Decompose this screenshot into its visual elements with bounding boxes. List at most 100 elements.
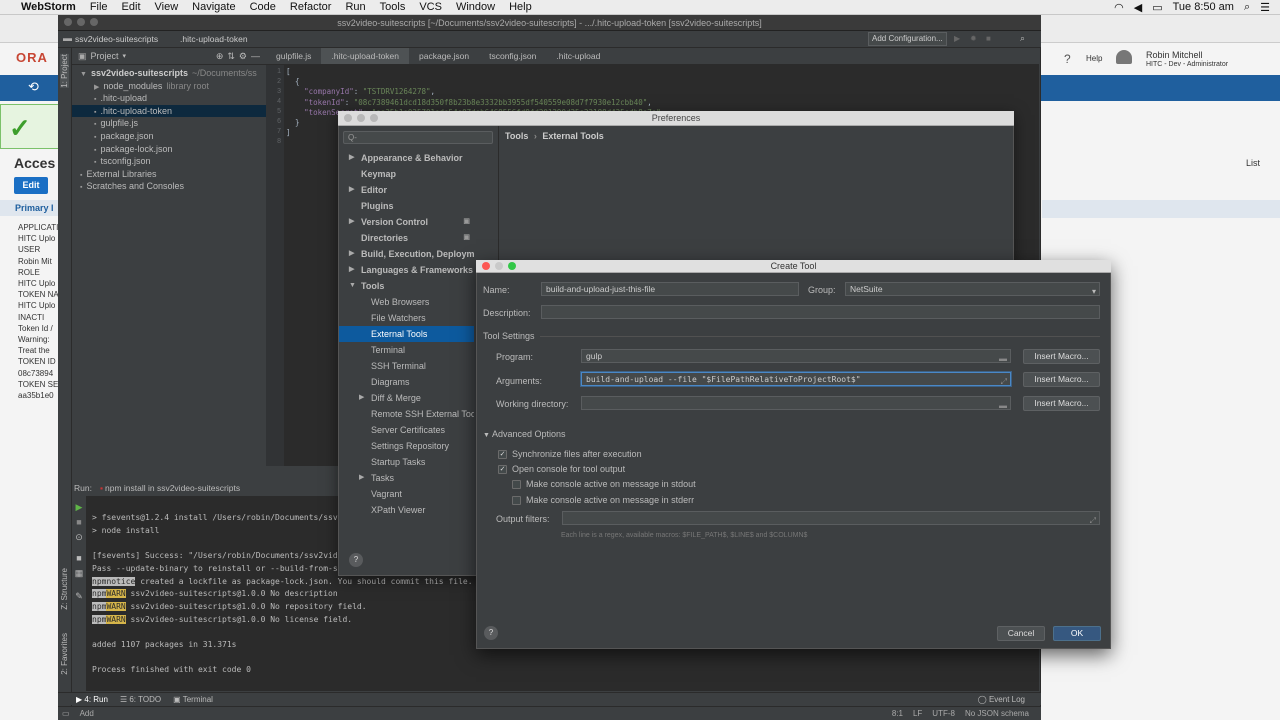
settings-item[interactable]: Remote SSH External Tools [339,406,474,422]
minimize-button[interactable] [357,114,365,122]
tree-item[interactable]: ▪ .hitc-upload [72,92,266,105]
edit-button[interactable]: Edit [14,177,48,194]
chevron-down-icon[interactable]: ▼ [349,278,356,294]
chevron-right-icon[interactable]: ▶ [349,262,354,278]
close-button[interactable] [64,18,72,26]
preferences-help-button[interactable]: ? [349,553,363,567]
nav-file[interactable]: .hitc-upload-token [180,34,248,44]
hide-icon[interactable]: — [251,51,266,61]
maximize-button[interactable] [90,18,98,26]
settings-item[interactable]: Web Browsers [339,294,474,310]
menu-code[interactable]: Code [243,1,283,13]
settings-item[interactable]: ▶ Tasks [339,470,474,486]
project-tool-tab[interactable]: 1: Project [60,54,69,88]
tree-item[interactable]: ▪ package-lock.json [72,143,266,156]
chevron-right-icon[interactable]: ▶ [349,246,354,262]
settings-item[interactable]: External Tools [339,326,474,342]
program-input[interactable]: gulp ▬ [581,349,1011,363]
add-configuration-button[interactable]: Add Configuration... [868,32,947,46]
project-label[interactable]: Project [91,51,119,61]
editor-tab[interactable]: .hitc-upload [546,48,610,64]
menu-refactor[interactable]: Refactor [283,1,339,13]
stdout-checkbox[interactable] [512,479,521,489]
chevron-right-icon[interactable]: ▶ [349,182,354,198]
settings-item[interactable]: File Watchers [339,310,474,326]
menu-help[interactable]: Help [502,1,539,13]
event-log-tab[interactable]: ◯ Event Log [978,695,1041,704]
clock[interactable]: Tue 8:50 am [1173,1,1234,13]
avatar[interactable] [1116,50,1132,64]
caret-position[interactable]: 8:1 [892,709,903,718]
create-tool-help-button[interactable]: ? [484,626,498,640]
tree-item[interactable]: ▪ package.json [72,130,266,143]
minimize-button[interactable] [495,262,503,270]
menu-run[interactable]: Run [338,1,372,13]
open-console-option[interactable]: ✓ Open console for tool output [498,464,625,474]
expand-icon[interactable]: ⤢ [1001,375,1007,385]
pin-tab-icon[interactable]: ✎ [72,589,86,604]
volume-icon[interactable]: ◀ [1134,1,1142,14]
collapse-icon[interactable]: ⇅ [227,51,235,62]
settings-item[interactable]: ▶ Version Control ▣ [339,214,474,230]
breadcrumb-external-tools[interactable]: External Tools [542,131,603,141]
rerun-icon[interactable]: ▶ [72,500,86,515]
tree-item[interactable]: ▪ tsconfig.json [72,155,266,168]
help-icon[interactable]: ? [1064,52,1071,66]
editor-tab[interactable]: package.json [409,48,479,64]
folder-icon[interactable]: ▬ [999,352,1007,362]
chevron-down-icon[interactable]: ▾ [123,52,127,60]
debug-icon[interactable]: ✹ [970,34,977,43]
settings-item[interactable]: ▶ Build, Execution, Deployment [339,246,474,262]
file-encoding[interactable]: UTF-8 [932,709,955,718]
list-link[interactable]: List [1246,158,1260,168]
maximize-button[interactable] [370,114,378,122]
insert-macro-working-dir-button[interactable]: Insert Macro... [1023,396,1100,411]
stdout-option[interactable]: Make console active on message in stdout [512,479,696,489]
ok-button[interactable]: OK [1053,626,1101,641]
gear-icon[interactable]: ⚙ [239,51,247,62]
chevron-right-icon[interactable]: ▶ [359,470,364,486]
settings-item[interactable]: Vagrant [339,486,474,502]
camera-icon[interactable]: ■ [72,551,86,566]
structure-tool-tab[interactable]: Z: Structure [60,568,69,610]
close-button[interactable] [482,262,490,270]
notification-icon[interactable]: ☰ [1260,1,1270,14]
editor-tab[interactable]: gulpfile.js [266,48,321,64]
arguments-input[interactable]: build-and-upload --file "$FilePathRelati… [581,372,1011,386]
group-select[interactable]: NetSuite ▾ [845,282,1100,296]
terminal-tool-tab[interactable]: ▣ Terminal [173,695,213,704]
menu-view[interactable]: View [148,1,186,13]
sync-files-option[interactable]: ✓ Synchronize files after execution [498,449,642,459]
chevron-right-icon[interactable]: ▶ [349,214,354,230]
favorites-tool-tab[interactable]: 2: Favorites [60,633,69,675]
name-input[interactable]: build-and-upload-just-this-file [541,282,799,296]
user-info[interactable]: Robin Mitchell HITC - Dev - Administrato… [1146,50,1228,70]
menu-window[interactable]: Window [449,1,502,13]
chevron-right-icon[interactable]: ▶ [359,390,364,406]
settings-item[interactable]: Server Certificates [339,422,474,438]
tree-item[interactable]: ▪ gulpfile.js [72,117,266,130]
output-filters-input[interactable]: ⤢ [562,511,1100,525]
tree-item[interactable]: ▶ node_modules library root [72,80,266,93]
run-tool-tab[interactable]: ▶ 4: Run [76,695,108,704]
insert-macro-program-button[interactable]: Insert Macro... [1023,349,1100,364]
app-menu[interactable]: WebStorm [14,1,83,13]
sync-files-checkbox[interactable]: ✓ [498,449,507,459]
minimize-button[interactable] [77,18,85,26]
menu-navigate[interactable]: Navigate [185,1,242,13]
working-directory-input[interactable]: ▬ [581,396,1011,410]
layout-icon[interactable]: ▦ [72,566,86,581]
settings-search-input[interactable]: Q- [343,131,493,144]
stop-icon[interactable]: ■ [72,515,86,530]
settings-item[interactable]: XPath Viewer [339,502,474,518]
tree-item[interactable]: ▪ External Libraries [72,168,266,181]
history-icon[interactable]: ⟲ [28,79,39,95]
status-icon[interactable]: ▭ [58,709,70,718]
expand-icon[interactable]: ⤢ [1090,514,1096,524]
settings-item[interactable]: Startup Tasks [339,454,474,470]
stderr-checkbox[interactable] [512,495,521,505]
run-icon[interactable]: ▶ [954,34,960,43]
insert-macro-arguments-button[interactable]: Insert Macro... [1023,372,1100,387]
settings-item[interactable]: Plugins [339,198,474,214]
help-link[interactable]: Help [1086,54,1102,63]
